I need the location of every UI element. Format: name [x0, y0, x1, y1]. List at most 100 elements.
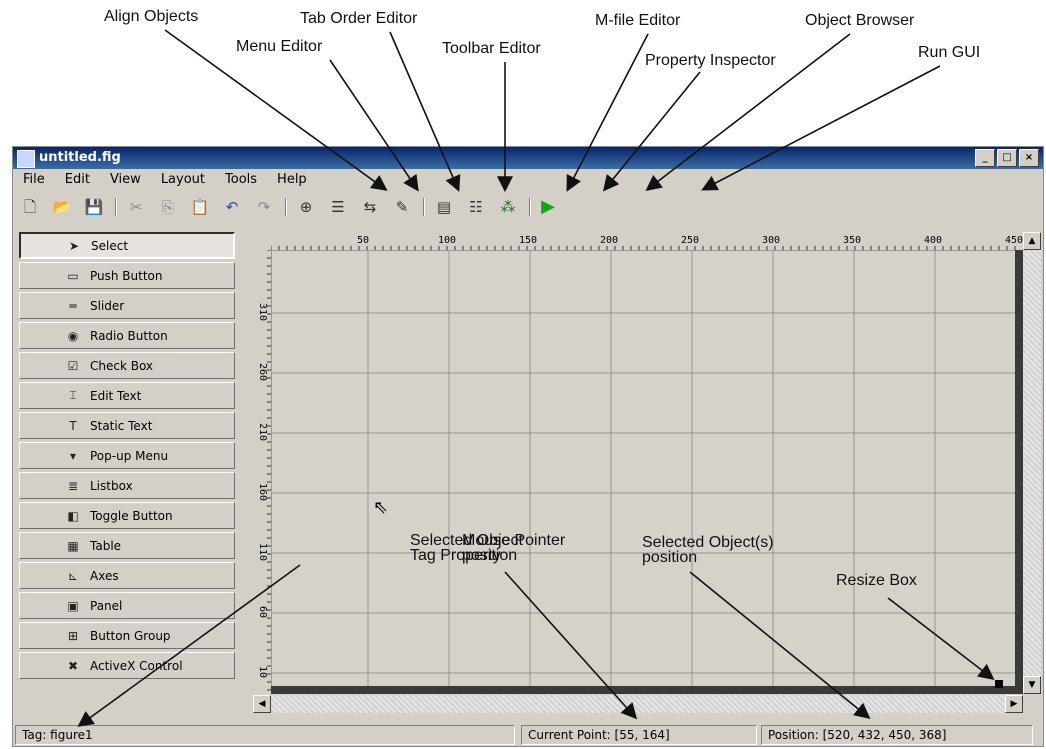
resize-box[interactable]: [995, 680, 1003, 688]
activex-control-icon: ✖: [67, 658, 79, 673]
ruler-left-tick-label: 110: [257, 543, 268, 561]
mfile-editor-icon[interactable]: ▤: [433, 196, 455, 218]
palette-item-label: Axes: [90, 568, 119, 583]
window-title: untitled.fig: [39, 150, 121, 165]
palette-item-check-box[interactable]: ☑ Check Box: [19, 352, 235, 379]
maximize-button[interactable]: □: [997, 149, 1017, 167]
redo-icon[interactable]: ↷: [253, 196, 275, 218]
cut-icon[interactable]: ✂: [125, 196, 147, 218]
toolbar: 🗋 📂 💾 ✂ ⎘ 📋 ↶ ↷ ⊕ ☰ ⇆ ✎ ▤ ☷ ⁂ ▶: [13, 192, 1043, 222]
status-tag: Tag: figure1: [15, 725, 515, 745]
callout-selected-position-line2: position: [642, 549, 698, 566]
ruler-left-tick-label: 160: [257, 483, 268, 501]
static-text-icon: T: [69, 418, 77, 433]
palette-item-label: Button Group: [90, 628, 171, 643]
close-button[interactable]: ×: [1019, 149, 1039, 167]
listbox-icon: ≣: [67, 478, 79, 493]
palette-item-pop-up-menu[interactable]: ▾ Pop-up Menu: [19, 442, 235, 469]
figure-right-edge: [1015, 250, 1023, 694]
callout-property-inspector: Property Inspector: [645, 52, 776, 69]
paste-icon[interactable]: 📋: [189, 196, 211, 218]
ruler-top-tick-label: 50: [357, 235, 369, 246]
title-bar[interactable]: untitled.fig _ □ ×: [13, 147, 1043, 169]
palette-item-activex-control[interactable]: ✖ ActiveX Control: [19, 652, 235, 679]
palette-item-label: Panel: [90, 598, 123, 613]
align-objects-icon[interactable]: ⊕: [295, 196, 317, 218]
ruler-top-tick-label: 350: [843, 235, 861, 246]
component-palette: ➤ Select ▭ Push Button ═ Slider ◉ Radio Button ☑…: [19, 232, 235, 682]
open-folder-icon[interactable]: 📂: [51, 196, 73, 218]
palette-item-slider[interactable]: ═ Slider: [19, 292, 235, 319]
ruler-left-tick-label: 10: [257, 666, 268, 678]
menu-tools[interactable]: Tools: [215, 169, 267, 191]
toolbar-editor-icon[interactable]: ✎: [391, 196, 413, 218]
palette-item-panel[interactable]: ▣ Panel: [19, 592, 235, 619]
ruler-top-tick-label: 100: [438, 235, 456, 246]
palette-item-static-text[interactable]: T Static Text: [19, 412, 235, 439]
palette-item-select[interactable]: ➤ Select: [19, 232, 235, 259]
save-icon[interactable]: 💾: [83, 196, 105, 218]
palette-item-label: Select: [91, 238, 129, 253]
palette-item-push-button[interactable]: ▭ Push Button: [19, 262, 235, 289]
callout-run-gui: Run GUI: [918, 44, 981, 61]
button-group-icon: ⊞: [67, 628, 79, 643]
callout-object-browser: Object Browser: [805, 12, 915, 29]
palette-item-label: Check Box: [90, 358, 154, 373]
undo-icon[interactable]: ↶: [221, 196, 243, 218]
panel-icon: ▣: [67, 598, 79, 613]
palette-item-label: Pop-up Menu: [90, 448, 169, 463]
ruler-left-tick-label: 310: [257, 303, 268, 321]
palette-item-label: Slider: [90, 298, 125, 313]
palette-item-label: Radio Button: [90, 328, 168, 343]
callout-mfile-editor: M-file Editor: [595, 12, 681, 29]
callout-mouse-pointer-line1: Mouse Pointer: [462, 532, 566, 549]
mouse-pointer-icon: ⇖: [373, 497, 389, 518]
radio-button-icon: ◉: [67, 328, 79, 343]
menu-file[interactable]: File: [13, 169, 55, 191]
menu-layout[interactable]: Layout: [151, 169, 215, 191]
palette-item-table[interactable]: ▦ Table: [19, 532, 235, 559]
palette-item-radio-button[interactable]: ◉ Radio Button: [19, 322, 235, 349]
palette-item-axes[interactable]: ⊾ Axes: [19, 562, 235, 589]
palette-item-label: Table: [90, 538, 122, 553]
figure-icon: [17, 150, 35, 168]
menu-editor-icon[interactable]: ☰: [327, 196, 349, 218]
scroll-right-button[interactable]: ▶: [1005, 695, 1023, 713]
palette-item-label: Static Text: [90, 418, 153, 433]
palette-item-label: Listbox: [90, 478, 133, 493]
table-icon: ▦: [67, 538, 79, 553]
callout-menu-editor: Menu Editor: [236, 38, 323, 55]
figure-bottom-edge: [271, 686, 1023, 694]
status-position: Position: [520, 432, 450, 368]: [761, 725, 1033, 745]
palette-item-listbox[interactable]: ≣ Listbox: [19, 472, 235, 499]
ruler-top-tick-label: 400: [924, 235, 942, 246]
callout-mouse-pointer: Mouse Pointer position: [462, 532, 566, 564]
vertical-scrollbar[interactable]: ▲ ▼: [1023, 232, 1041, 694]
horizontal-scrollbar[interactable]: ◀ ▶: [253, 695, 1023, 713]
minimize-button[interactable]: _: [975, 149, 995, 167]
menu-view[interactable]: View: [100, 169, 151, 191]
scroll-left-button[interactable]: ◀: [253, 695, 271, 713]
callout-align-objects: Align Objects: [104, 8, 199, 25]
palette-item-edit-text[interactable]: ⌶ Edit Text: [19, 382, 235, 409]
scroll-up-button[interactable]: ▲: [1023, 232, 1041, 250]
palette-item-button-group[interactable]: ⊞ Button Group: [19, 622, 235, 649]
callout-resize-box: Resize Box: [836, 572, 917, 589]
menu-edit[interactable]: Edit: [55, 169, 100, 191]
palette-item-toggle-button[interactable]: ◧ Toggle Button: [19, 502, 235, 529]
copy-icon[interactable]: ⎘: [157, 196, 179, 218]
tab-order-editor-icon[interactable]: ⇆: [359, 196, 381, 218]
new-file-icon[interactable]: 🗋: [19, 196, 41, 218]
layout-area[interactable]: [271, 250, 1018, 689]
palette-item-label: Edit Text: [90, 388, 142, 403]
menu-bar: File Edit View Layout Tools Help: [13, 169, 1043, 191]
run-gui-icon[interactable]: ▶: [537, 196, 559, 218]
menu-help[interactable]: Help: [267, 169, 317, 191]
property-inspector-icon[interactable]: ☷: [465, 196, 487, 218]
palette-item-label: Toggle Button: [90, 508, 173, 523]
scroll-down-button[interactable]: ▼: [1023, 676, 1041, 694]
object-browser-icon[interactable]: ⁂: [497, 196, 519, 218]
ruler-top-tick-label: 450: [1005, 235, 1023, 246]
ruler-left-tick-label: 60: [257, 606, 268, 618]
callout-toolbar-editor: Toolbar Editor: [442, 40, 541, 57]
